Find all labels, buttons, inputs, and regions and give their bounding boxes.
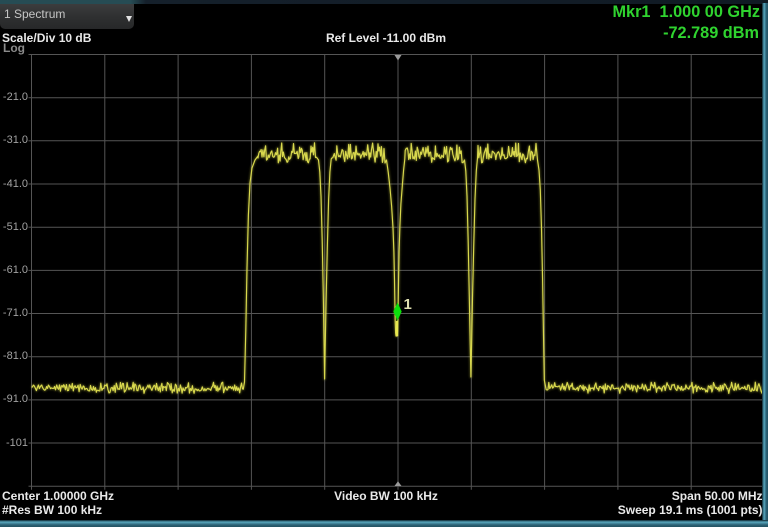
svg-text:1: 1 (404, 296, 412, 313)
